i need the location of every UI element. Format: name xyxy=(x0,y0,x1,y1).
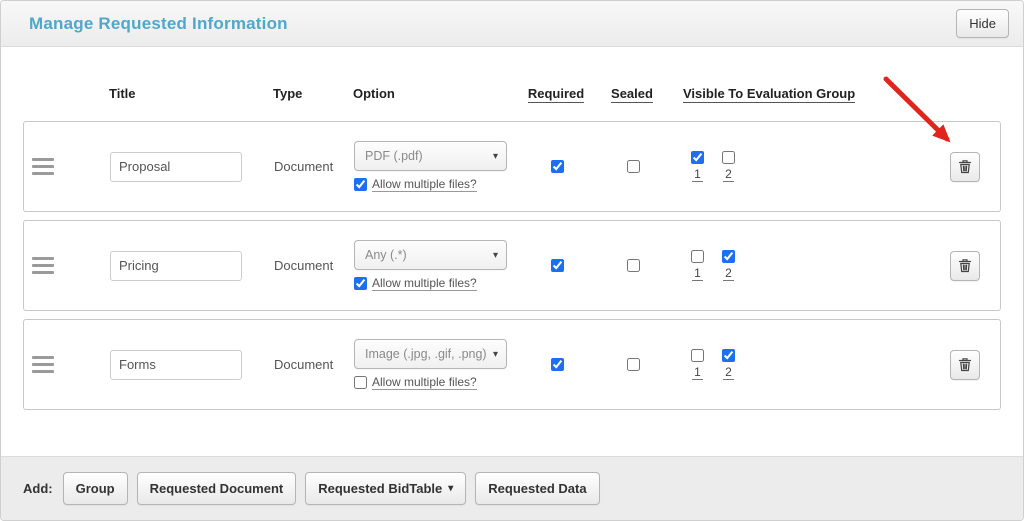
caret-down-icon: ▾ xyxy=(448,483,454,494)
group-1-label[interactable]: 1 xyxy=(692,365,703,380)
allow-multiple-checkbox[interactable] xyxy=(354,178,367,191)
option-select[interactable]: Any (.*) ▾ xyxy=(354,240,507,270)
panel-header: Manage Requested Information Hide xyxy=(1,1,1023,47)
drag-handle-icon[interactable] xyxy=(32,257,54,274)
group-2-label[interactable]: 2 xyxy=(723,266,734,281)
allow-multiple-label[interactable]: Allow multiple files? xyxy=(372,276,477,291)
column-required: Required xyxy=(527,85,585,103)
trash-icon xyxy=(958,160,972,174)
title-input[interactable] xyxy=(110,151,242,182)
type-label: Document xyxy=(274,158,334,174)
column-title: Title xyxy=(109,86,136,101)
group-1-checkbox[interactable] xyxy=(691,151,704,164)
hide-button[interactable]: Hide xyxy=(956,9,1009,38)
caret-down-icon: ▾ xyxy=(492,150,498,162)
required-checkbox[interactable] xyxy=(550,160,564,173)
group-2-label[interactable]: 2 xyxy=(723,365,734,380)
group-2-checkbox[interactable] xyxy=(722,349,735,362)
allow-multiple-files: Allow multiple files? xyxy=(354,375,477,390)
group-1-label[interactable]: 1 xyxy=(692,167,703,182)
column-headers: Title Type Option Required Sealed Visibl… xyxy=(23,85,1001,103)
column-option: Option xyxy=(353,86,395,101)
page-title: Manage Requested Information xyxy=(29,13,288,33)
evaluation-group-2: 2 xyxy=(715,250,742,281)
sealed-checkbox[interactable] xyxy=(626,259,640,272)
evaluation-group-1: 1 xyxy=(684,250,711,281)
add-requested-data-button[interactable]: Requested Data xyxy=(475,472,600,505)
requested-item-row: Document Image (.jpg, .gif, .png) ▾ Allo… xyxy=(23,319,1001,410)
panel-footer: Add: Group Requested Document Requested … xyxy=(1,456,1023,520)
title-input[interactable] xyxy=(110,349,242,380)
sealed-checkbox[interactable] xyxy=(626,358,640,371)
allow-multiple-label[interactable]: Allow multiple files? xyxy=(372,375,477,390)
evaluation-group-2: 2 xyxy=(715,349,742,380)
type-label: Document xyxy=(274,257,334,273)
allow-multiple-checkbox[interactable] xyxy=(354,376,367,389)
allow-multiple-checkbox[interactable] xyxy=(354,277,367,290)
group-1-label[interactable]: 1 xyxy=(692,266,703,281)
allow-multiple-files: Allow multiple files? xyxy=(354,276,477,291)
evaluation-group-1: 1 xyxy=(684,151,711,182)
add-group-button[interactable]: Group xyxy=(62,472,128,505)
group-2-checkbox[interactable] xyxy=(722,250,735,263)
trash-icon xyxy=(958,259,972,273)
allow-multiple-files: Allow multiple files? xyxy=(354,177,477,192)
trash-icon xyxy=(958,358,972,372)
type-label: Document xyxy=(274,356,334,372)
evaluation-group-1: 1 xyxy=(684,349,711,380)
required-checkbox[interactable] xyxy=(550,358,564,371)
drag-handle-icon[interactable] xyxy=(32,158,54,175)
option-select-value: PDF (.pdf) xyxy=(365,149,423,163)
panel-body: Title Type Option Required Sealed Visibl… xyxy=(1,47,1023,456)
add-requested-bidtable-label: Requested BidTable xyxy=(318,481,443,496)
column-visible-to-evaluation-group: Visible To Evaluation Group xyxy=(683,86,856,103)
delete-button[interactable] xyxy=(950,151,980,182)
add-requested-document-button[interactable]: Requested Document xyxy=(136,472,297,505)
requested-item-row: Document PDF (.pdf) ▾ Allow multiple fil… xyxy=(23,121,1001,212)
requested-item-row: Document Any (.*) ▾ Allow multiple files… xyxy=(23,220,1001,311)
evaluation-group-2: 2 xyxy=(715,151,742,182)
column-sealed: Sealed xyxy=(611,85,653,103)
option-select-value: Any (.*) xyxy=(365,248,407,262)
option-select[interactable]: PDF (.pdf) ▾ xyxy=(354,141,507,171)
delete-button[interactable] xyxy=(950,250,980,281)
group-1-checkbox[interactable] xyxy=(691,250,704,263)
caret-down-icon: ▾ xyxy=(492,249,498,261)
add-requested-bidtable-button[interactable]: Requested BidTable ▾ xyxy=(305,472,467,505)
caret-down-icon: ▾ xyxy=(492,348,498,360)
option-select[interactable]: Image (.jpg, .gif, .png) ▾ xyxy=(354,339,507,369)
title-input[interactable] xyxy=(110,250,242,281)
group-2-checkbox[interactable] xyxy=(722,151,735,164)
delete-button[interactable] xyxy=(950,349,980,380)
group-1-checkbox[interactable] xyxy=(691,349,704,362)
allow-multiple-label[interactable]: Allow multiple files? xyxy=(372,177,477,192)
drag-handle-icon[interactable] xyxy=(32,356,54,373)
required-checkbox[interactable] xyxy=(550,259,564,272)
add-label: Add: xyxy=(23,481,53,496)
group-2-label[interactable]: 2 xyxy=(723,167,734,182)
column-type: Type xyxy=(273,86,303,101)
sealed-checkbox[interactable] xyxy=(626,160,640,173)
option-select-value: Image (.jpg, .gif, .png) xyxy=(365,347,487,361)
manage-requested-information-panel: Manage Requested Information Hide Title … xyxy=(0,0,1024,521)
